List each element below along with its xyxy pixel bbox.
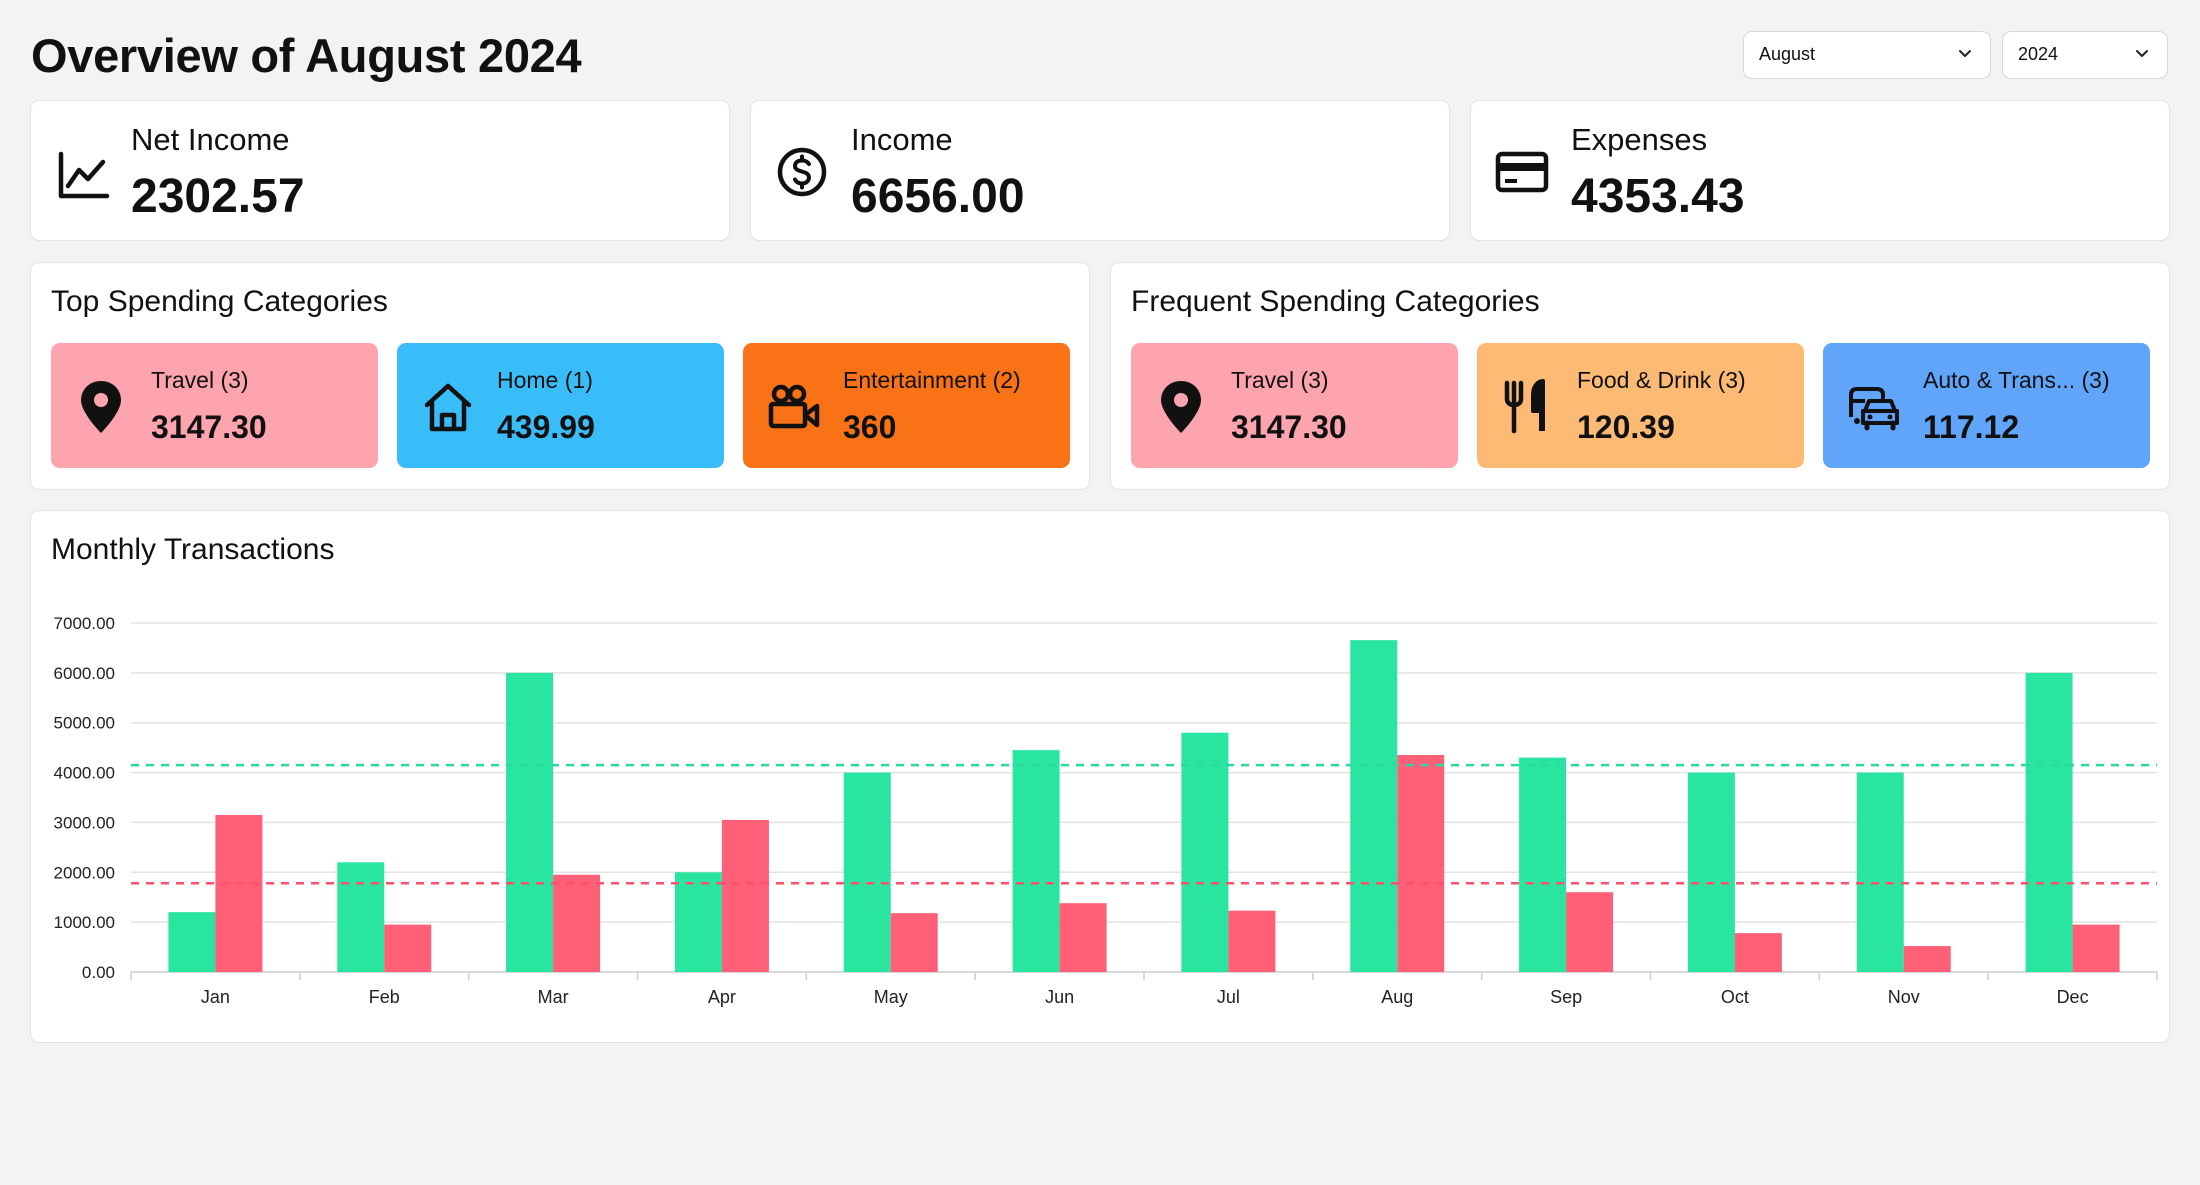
- category-value: 117.12: [1923, 409, 2020, 445]
- expense-bar: [215, 814, 263, 972]
- category-label: Home (1): [497, 367, 593, 393]
- category-tile-entertainment[interactable]: Entertainment (2) 360: [743, 343, 1070, 468]
- expense-bar: [1566, 892, 1614, 972]
- y-tick-label: 1000.00: [54, 913, 115, 932]
- category-label: Auto & Trans... (3): [1923, 367, 2110, 393]
- income-bar: [1350, 640, 1398, 972]
- category-tile-food-drink[interactable]: Food & Drink (3) 120.39: [1477, 343, 1804, 468]
- x-tick-label: Feb: [369, 987, 400, 1007]
- chevron-down-icon: [2136, 50, 2148, 57]
- expense-bar: [1903, 946, 1951, 972]
- stat-label: Net Income: [131, 122, 290, 157]
- y-tick-label: 0.00: [82, 963, 115, 982]
- home-icon: [424, 383, 472, 432]
- month-select-value: August: [1759, 44, 1816, 64]
- year-select[interactable]: 2024: [2002, 31, 2168, 79]
- x-tick-label: Jan: [201, 987, 230, 1007]
- category-value: 3147.30: [151, 409, 267, 445]
- monthly-transactions-card: Monthly Transactions 0.00 1000.00 2000.00 3…: [30, 510, 2170, 1043]
- utensils-icon: [1504, 379, 1545, 434]
- x-tick-label: May: [874, 987, 908, 1007]
- page-header: Overview of August 2024 August 2024: [31, 24, 2169, 86]
- income-bar: [1012, 750, 1060, 972]
- income-bar: [674, 872, 722, 972]
- category-label: Travel (3): [151, 367, 249, 393]
- section-title: Frequent Spending Categories: [1131, 285, 1540, 318]
- top-spending-card: Top Spending Categories Travel (3) 3147.…: [30, 262, 1090, 490]
- expense-bar: [1059, 903, 1107, 972]
- category-tile-home[interactable]: Home (1) 439.99: [397, 343, 724, 468]
- income-card: Income 6656.00: [750, 100, 1450, 241]
- x-tick-label: Aug: [1381, 987, 1413, 1007]
- section-title: Top Spending Categories: [51, 285, 388, 318]
- credit-card-icon: [1495, 151, 1549, 193]
- income-bar: [168, 912, 216, 972]
- monthly-transactions-chart: 0.00 1000.00 2000.00 3000.00 4000.00 5000.00 6…: [54, 614, 2158, 1007]
- income-bar: [843, 772, 891, 972]
- category-label: Travel (3): [1231, 367, 1329, 393]
- expense-bar: [1734, 933, 1782, 972]
- video-camera-icon: [768, 384, 820, 429]
- y-tick-label: 3000.00: [54, 813, 115, 832]
- chart-line-icon: [58, 151, 110, 199]
- stat-value: 4353.43: [1571, 170, 1745, 223]
- x-tick-label: Oct: [1721, 987, 1749, 1007]
- category-value: 360: [843, 409, 897, 445]
- category-value: 3147.30: [1231, 409, 1347, 445]
- map-pin-icon: [1161, 381, 1201, 433]
- category-label: Entertainment (2): [843, 367, 1021, 393]
- category-tile-auto-transport[interactable]: Auto & Trans... (3) 117.12: [1823, 343, 2150, 468]
- stat-value: 6656.00: [851, 170, 1025, 223]
- map-pin-icon: [81, 381, 121, 433]
- expense-bar: [890, 913, 938, 972]
- category-value: 120.39: [1577, 409, 1675, 445]
- expense-bar: [1397, 754, 1445, 972]
- y-tick-label: 6000.00: [54, 664, 115, 683]
- category-tile-travel[interactable]: Travel (3) 3147.30: [1131, 343, 1458, 468]
- y-tick-label: 7000.00: [54, 614, 115, 633]
- category-label: Food & Drink (3): [1577, 367, 1746, 393]
- stat-label: Income: [851, 122, 953, 157]
- stat-value: 2302.57: [131, 170, 305, 223]
- x-tick-label: Mar: [538, 987, 569, 1007]
- category-tile-travel[interactable]: Travel (3) 3147.30: [51, 343, 378, 468]
- month-select[interactable]: August: [1743, 31, 1991, 79]
- income-bar: [1856, 772, 1904, 972]
- x-tick-label: Jul: [1217, 987, 1240, 1007]
- income-bar: [2025, 672, 2073, 972]
- y-tick-label: 2000.00: [54, 863, 115, 882]
- page-title: Overview of August 2024: [31, 29, 582, 82]
- y-tick-label: 5000.00: [54, 714, 115, 733]
- y-tick-label: 4000.00: [54, 764, 115, 783]
- car-icon: [1849, 387, 1899, 431]
- x-tick-label: Nov: [1888, 987, 1920, 1007]
- income-bar: [337, 862, 385, 972]
- expense-bar: [553, 874, 601, 972]
- expenses-card: Expenses 4353.43: [1470, 100, 2170, 241]
- category-value: 439.99: [497, 409, 595, 445]
- expense-bar: [721, 819, 769, 972]
- net-income-card: Net Income 2302.57: [30, 100, 730, 241]
- x-tick-label: Apr: [708, 987, 736, 1007]
- year-select-value: 2024: [2018, 44, 2059, 64]
- income-bar: [1181, 732, 1229, 972]
- income-bar: [1519, 757, 1567, 972]
- chevron-down-icon: [1959, 50, 1971, 57]
- expense-bar: [384, 924, 432, 972]
- x-tick-label: Dec: [2057, 987, 2089, 1007]
- expense-bar: [1228, 910, 1276, 972]
- income-bar: [506, 672, 554, 972]
- frequent-spending-card: Frequent Spending Categories Travel (3) …: [1110, 262, 2170, 490]
- stat-label: Expenses: [1571, 122, 1708, 157]
- income-bar: [1687, 772, 1735, 972]
- expense-bar: [2072, 924, 2120, 972]
- x-tick-label: Jun: [1045, 987, 1074, 1007]
- dollar-circle-icon: [777, 147, 827, 197]
- x-tick-label: Sep: [1550, 987, 1582, 1007]
